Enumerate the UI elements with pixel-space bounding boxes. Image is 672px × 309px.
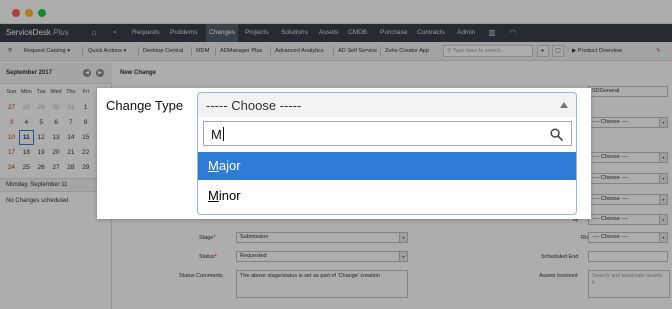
change-type-dropdown: M Major Minor [197,117,577,215]
change-type-overlay: Change Type ----- Choose ----- M Major M… [97,88,591,219]
text-cursor [222,127,224,141]
search-icon [550,128,563,141]
dropdown-search-input[interactable]: M [203,121,572,146]
change-type-placeholder: ----- Choose ----- [206,98,302,113]
caret-up-icon [560,102,568,108]
change-type-label: Change Type [106,98,184,113]
change-type-select[interactable]: ----- Choose ----- [197,92,577,117]
option-minor[interactable]: Minor [198,182,576,210]
option-major[interactable]: Major [198,152,576,180]
